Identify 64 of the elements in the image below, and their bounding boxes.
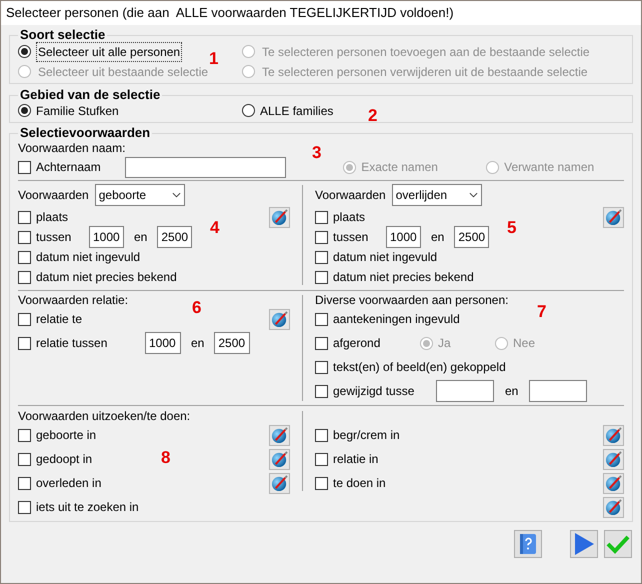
option-label: Te selecteren personen toevoegen aan de bestaande selectie xyxy=(261,44,591,60)
option-label: datum niet ingevuld xyxy=(36,249,140,266)
number-field[interactable]: 2500 xyxy=(157,226,192,248)
option-label: relatie tussen xyxy=(36,335,108,352)
option-label: ALLE families xyxy=(260,102,334,120)
option-label: gedoopt in xyxy=(36,451,92,468)
option-label: relatie in xyxy=(333,451,378,468)
option-label: plaats xyxy=(36,209,68,226)
section-heading: Diverse voorwaarden aan personen: xyxy=(315,293,508,307)
number-field[interactable]: 1000 xyxy=(89,226,124,248)
dropdown-value: overlijden xyxy=(396,187,448,204)
option-label: iets uit te zoeken in xyxy=(36,499,139,516)
option-label: te doen in xyxy=(333,475,386,492)
event-dropdown[interactable]: geboorte xyxy=(94,184,185,206)
number-field[interactable]: 1000 xyxy=(145,332,181,354)
option-label: begr/crem in xyxy=(333,427,400,444)
section-number: 3 xyxy=(312,144,322,161)
option-label: Exacte namen xyxy=(361,159,438,176)
option-label: tussen xyxy=(333,229,370,246)
option-label: Achternaam xyxy=(36,159,102,176)
joiner-label: en xyxy=(190,335,206,352)
event-dropdown[interactable]: overlijden xyxy=(392,184,482,206)
option-label: Te selecteren personen verwijderen uit de bestaande selectie xyxy=(261,64,589,80)
section-number: 1 xyxy=(209,50,218,67)
option-label: datum niet ingevuld xyxy=(333,249,438,266)
section-number: 6 xyxy=(192,299,202,316)
section-number: 4 xyxy=(210,219,220,236)
option-label: afgerond xyxy=(333,335,382,352)
option-label: aantekeningen ingevuld xyxy=(333,311,460,328)
option-label: datum niet precies bekend xyxy=(36,269,177,286)
option-label: gewijzigd tusse xyxy=(333,383,416,400)
option-label: Familie Stufken xyxy=(36,102,119,120)
option-label: tekst(en) of beeld(en) gekoppeld xyxy=(333,359,506,376)
joiner-label: en xyxy=(430,229,446,246)
option-label: geboorte in xyxy=(36,427,96,444)
dropdown-value: geboorte xyxy=(98,187,146,204)
option-label: tussen xyxy=(36,229,72,246)
window-title: Selecteer personen (die aan ALLE voorwaarden TEGELIJKERTIJD voldoen!) xyxy=(6,4,454,22)
option-label: datum niet precies bekend xyxy=(333,269,474,286)
option-label: Verwante namen xyxy=(504,159,594,176)
option-label: Ja xyxy=(438,335,451,352)
section-number: 7 xyxy=(537,303,546,320)
joiner-label: en xyxy=(133,229,148,246)
section-heading: Voorwaarden naam: xyxy=(18,140,126,156)
group-title: Gebied van de selectie xyxy=(19,88,162,102)
number-field[interactable]: 2500 xyxy=(454,226,490,248)
group-title: Selectievoorwaarden xyxy=(19,126,152,140)
joiner-label: en xyxy=(504,383,520,400)
section-number: 5 xyxy=(507,219,516,236)
option-label: plaats xyxy=(333,209,366,226)
conditions-label: Voorwaarden xyxy=(18,187,89,204)
option-label: Nee xyxy=(513,335,536,352)
number-field[interactable]: 2500 xyxy=(214,332,250,354)
group-title: Soort selectie xyxy=(19,28,106,42)
section-heading: Voorwaarden relatie: xyxy=(18,293,128,307)
conditions-label: Voorwaarden xyxy=(315,187,386,204)
section-number: 2 xyxy=(368,107,378,124)
option-label: Selecteer uit alle personen xyxy=(36,42,182,62)
section-number: 8 xyxy=(161,449,170,466)
option-label: relatie te xyxy=(36,311,82,328)
section-heading: Voorwaarden uitzoeken/te doen: xyxy=(18,409,190,423)
option-label: overleden in xyxy=(36,475,102,492)
number-field[interactable]: 1000 xyxy=(386,226,421,248)
option-label: Selecteer uit bestaande selectie xyxy=(37,64,210,80)
